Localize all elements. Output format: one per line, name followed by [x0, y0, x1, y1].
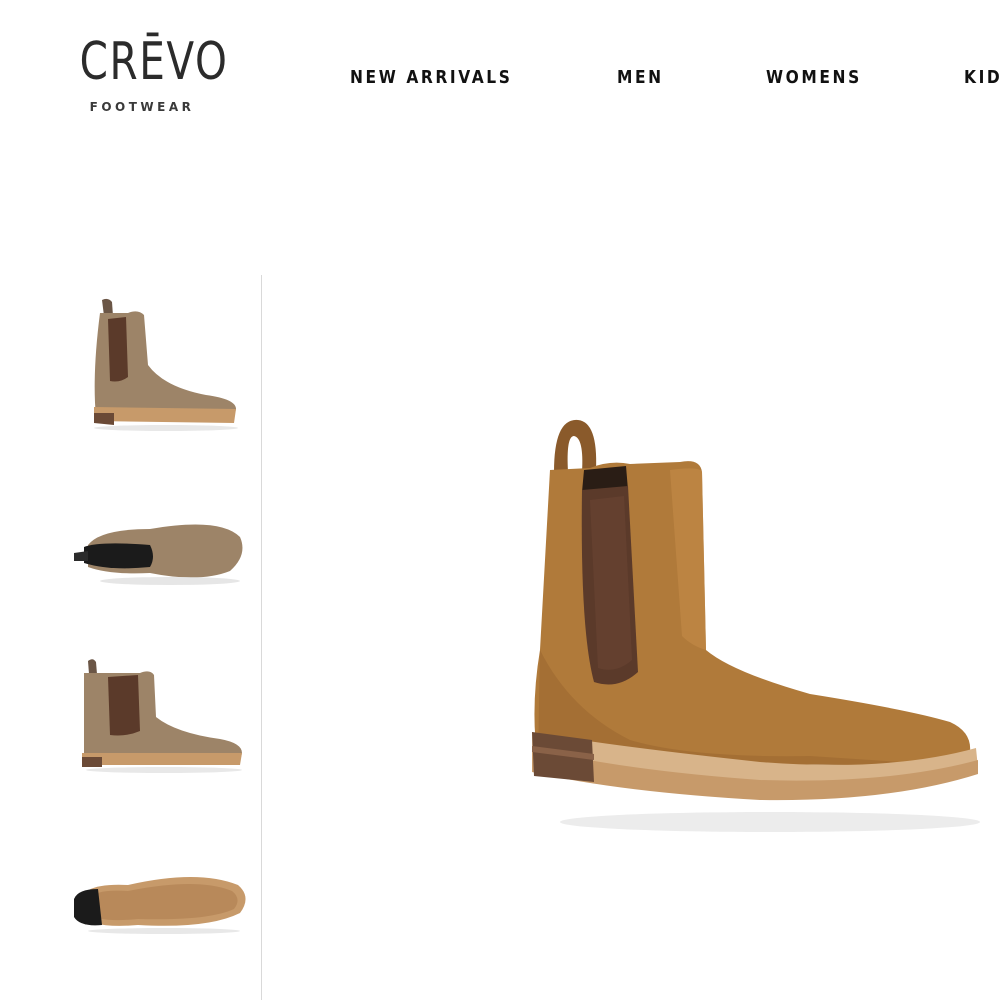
main-product-image[interactable]	[510, 410, 1000, 840]
thumbnail-outer-view[interactable]	[80, 657, 250, 777]
brand-tagline: FOOTWEAR	[89, 100, 195, 114]
nav-womens[interactable]: WOMENS	[766, 62, 862, 94]
boot-outer-thumbnail-icon	[82, 659, 242, 773]
thumbnail-rail	[0, 275, 262, 1000]
nav-new-arrivals[interactable]: NEW ARRIVALS	[350, 62, 512, 94]
main-navigation: NEW ARRIVALS MEN WOMENS KID	[0, 62, 1000, 94]
chelsea-boot-main-icon	[532, 419, 980, 832]
boot-sole-thumbnail-icon	[74, 877, 246, 934]
gallery-divider	[261, 275, 262, 1000]
thumbnail-sole-view[interactable]	[68, 863, 253, 938]
thumbnail-side-view[interactable]	[86, 295, 246, 435]
nav-kids[interactable]: KID	[964, 62, 1000, 94]
boot-top-thumbnail-icon	[74, 524, 243, 585]
thumbnail-top-view[interactable]	[70, 515, 250, 595]
boot-side-thumbnail-icon	[94, 298, 238, 431]
nav-men[interactable]: MEN	[617, 62, 664, 94]
